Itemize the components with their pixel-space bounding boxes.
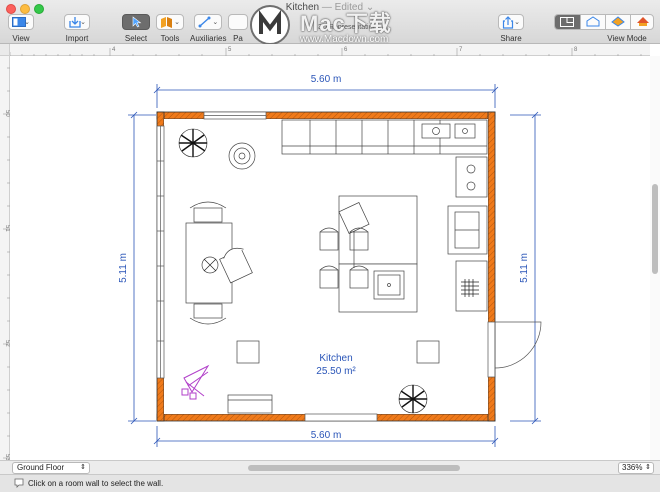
dimension-right-label: 5.11 m (519, 253, 530, 283)
tools-button[interactable]: ⌄ (156, 14, 184, 30)
tools-toolbar-item[interactable]: ⌄ Tools (156, 14, 184, 43)
select-button[interactable] (122, 14, 150, 30)
ruler-tick-label: 6 (344, 47, 348, 53)
ruler-corner (0, 44, 10, 56)
house-icon (586, 16, 600, 27)
horizontal-scrollbar[interactable] (96, 464, 608, 472)
dimension-top-label: 5.60 m (311, 74, 342, 85)
view-mode-3d-segment[interactable] (605, 15, 630, 29)
view-mode-segmented[interactable] (554, 14, 654, 30)
horizontal-ruler-ticks: 4 5 6 7 8 (10, 47, 642, 56)
window-bottom[interactable] (304, 413, 378, 422)
share-icon (502, 16, 514, 29)
view-mode-render-segment[interactable] (630, 15, 654, 29)
window-title: Kitchen — Edited ⌄ (285, 2, 375, 13)
share-button[interactable]: ⌄ (498, 14, 524, 30)
view-mode-split-segment[interactable] (580, 15, 605, 29)
auxiliaries-button[interactable]: ⌄ (194, 14, 223, 30)
chevron-down-icon: ⌄ (80, 19, 86, 26)
dimension-bottom-label: 5.60 m (311, 430, 342, 441)
zoom-select[interactable]: 336% ⇕ (618, 462, 654, 474)
title-chevron-icon[interactable]: ⌄ (366, 2, 374, 13)
vertical-scroll-thumb[interactable] (652, 184, 658, 274)
chevron-down-icon: ⌄ (212, 19, 219, 26)
vertical-ruler-ticks: 50 51 52 53 (3, 67, 10, 460)
kitchen-island[interactable] (338, 195, 418, 313)
plan-canvas[interactable]: 4 5 6 7 8 50 51 52 53 5.60 m 5.60 m 5.11… (0, 44, 660, 460)
roof-3d-icon (611, 16, 625, 27)
vertical-ruler: 50 51 52 53 (0, 56, 10, 460)
view-mode-2d-segment[interactable] (555, 15, 580, 29)
level-bar: Ground Floor ⇕ 336% ⇕ (0, 460, 660, 474)
room-name-label[interactable]: Kitchen (319, 353, 352, 364)
chevron-down-icon: ⌄ (24, 19, 30, 26)
auxiliaries-toolbar-item[interactable]: ⌄ Auxiliaries (190, 14, 226, 43)
ruler-tick-label: 4 (112, 47, 116, 53)
view-toolbar-item[interactable]: ⌄ View (8, 14, 34, 43)
chevron-down-icon: ⌄ (174, 19, 180, 26)
horizontal-scroll-thumb[interactable] (248, 465, 460, 471)
cursor-icon (132, 16, 142, 28)
plant-top-left (178, 128, 208, 158)
partial-button[interactable] (228, 14, 248, 30)
room-area-label[interactable]: 25.50 m² (316, 366, 356, 377)
chevron-down-icon: ⌄ (514, 19, 520, 26)
import-button[interactable]: ⌄ (64, 14, 90, 30)
tools-icon (161, 17, 172, 28)
top-cabinets[interactable] (281, 119, 488, 155)
round-side-table[interactable] (228, 142, 256, 170)
dimension-left-label: 5.11 m (118, 253, 129, 283)
select-toolbar-item[interactable]: Select (122, 14, 150, 43)
view-button[interactable]: ⌄ (8, 14, 34, 30)
edited-indicator: — Edited (321, 2, 364, 13)
floor-plan[interactable]: 5.60 m 5.60 m 5.11 m 5.11 m Kitchen 25.5… (10, 56, 650, 460)
import-toolbar-item[interactable]: ⌄ Import (64, 14, 90, 43)
title-toolbar: Kitchen — Edited ⌄ ⌄ View ⌄ Import Selec… (0, 0, 660, 44)
horizontal-ruler: 4 5 6 7 8 (10, 44, 650, 56)
floor-plan-icon (560, 17, 574, 27)
app-window: Kitchen — Edited ⌄ ⌄ View ⌄ Import Selec… (0, 0, 660, 492)
chevron-updown-icon: ⇕ (80, 464, 86, 471)
level-select[interactable]: Ground Floor ⇕ (12, 462, 90, 474)
speech-bubble-icon (14, 478, 24, 488)
ruler-tick-label: 8 (574, 47, 578, 53)
door-right[interactable] (487, 321, 542, 378)
roof-render-icon (637, 17, 649, 26)
stool-left[interactable] (236, 340, 260, 364)
ruler-tick-label: 5 (228, 47, 232, 53)
stool-right[interactable] (416, 340, 440, 364)
chevron-updown-icon: ⇕ (645, 464, 651, 471)
partial-toolbar-item[interactable]: Pa (228, 14, 248, 43)
plant-bottom-right (398, 384, 428, 414)
status-text: Click on a room wall to select the wall. (28, 479, 164, 488)
representation-toolbar-item[interactable]: 3D Representation (318, 22, 376, 31)
status-bar: Click on a room wall to select the wall. (0, 474, 660, 492)
bench[interactable] (227, 394, 273, 414)
view-mode-toolbar-item[interactable]: View Mode (554, 14, 654, 43)
ruler-icon (198, 16, 211, 28)
vertical-scrollbar[interactable] (650, 56, 660, 460)
share-toolbar-item[interactable]: ⌄ Share (498, 14, 524, 43)
ruler-tick-label: 7 (459, 47, 463, 53)
